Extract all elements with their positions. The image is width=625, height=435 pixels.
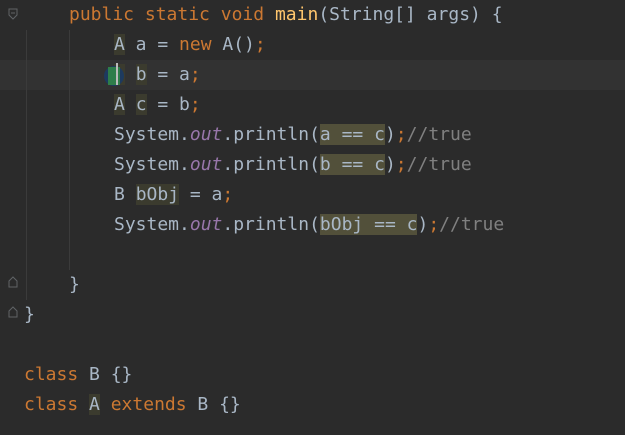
- highlighted-expression: a == c: [319, 124, 385, 145]
- line-comment: //true: [406, 154, 472, 175]
- class-name-a: A: [89, 394, 100, 415]
- code-text: .println(: [222, 124, 320, 145]
- code-text: ): [417, 214, 429, 235]
- highlighted-expression: b == c: [319, 154, 385, 175]
- semicolon: ;: [395, 124, 407, 145]
- type-name: B: [114, 184, 125, 205]
- code-text: B {}: [186, 394, 241, 415]
- code-text: System.: [114, 154, 190, 175]
- semicolon: ;: [189, 64, 201, 85]
- type-name: A: [114, 94, 125, 115]
- fold-marker-icon[interactable]: [8, 276, 18, 288]
- method-params: (String[] args) {: [318, 4, 503, 25]
- type-name: A: [114, 34, 125, 55]
- code-text: = a: [146, 64, 190, 85]
- keyword-static: static: [144, 4, 210, 25]
- code-text: System.: [114, 214, 190, 235]
- fold-marker-icon[interactable]: [8, 306, 18, 318]
- code-text: = b: [146, 94, 190, 115]
- variable-b: b: [135, 64, 147, 85]
- keyword-public: public: [69, 4, 135, 25]
- keyword-class: class: [24, 364, 79, 385]
- indent-guide: [26, 30, 27, 300]
- keyword-extends: extends: [110, 394, 187, 415]
- code-line-declare-b: A b = a;: [114, 60, 201, 90]
- code-text: .println(: [222, 214, 320, 235]
- static-field-out: out: [189, 124, 223, 145]
- line-comment: //true: [439, 214, 505, 235]
- variable-bobj: bObj: [135, 184, 180, 205]
- highlighted-expression: bObj == c: [319, 214, 418, 235]
- semicolon: ;: [395, 154, 407, 175]
- semicolon: ;: [254, 34, 266, 55]
- code-line-println-a-c: System.out.println(a == c);//true: [114, 120, 472, 150]
- code-line-println-b-c: System.out.println(b == c);//true: [114, 150, 472, 180]
- keyword-class: class: [24, 394, 79, 415]
- constructor-call: A(): [211, 34, 255, 55]
- code-line-class-b: class B {}: [24, 360, 132, 390]
- code-line-declare-a: A a = new A();: [114, 30, 266, 60]
- keyword-new: new: [179, 34, 212, 55]
- code-text: .println(: [222, 154, 320, 175]
- text-caret: [116, 63, 118, 85]
- closing-brace: }: [24, 304, 35, 325]
- cursor-highlight-icon: [104, 66, 124, 86]
- code-editor[interactable]: public static void main(String[] args) {…: [0, 0, 625, 435]
- code-text: = a: [179, 184, 223, 205]
- code-line-println-bobj-c: System.out.println(bObj == c);//true: [114, 210, 504, 240]
- line-comment: //true: [406, 124, 472, 145]
- semicolon: ;: [222, 184, 234, 205]
- method-name: main: [274, 4, 319, 25]
- code-line-close-class: }: [24, 300, 35, 330]
- static-field-out: out: [189, 154, 223, 175]
- static-field-out: out: [189, 214, 223, 235]
- indent-guide: [69, 30, 70, 270]
- code-line-declare-c: A c = b;: [114, 90, 201, 120]
- code-line-class-a: class A extends B {}: [24, 390, 241, 420]
- keyword-void: void: [220, 4, 265, 25]
- variable-c: c: [135, 94, 147, 115]
- semicolon: ;: [428, 214, 440, 235]
- code-text: ): [384, 124, 396, 145]
- code-text: ): [384, 154, 396, 175]
- current-line-highlight: [0, 60, 625, 90]
- fold-marker-icon[interactable]: [8, 8, 18, 20]
- code-line-declare-bobj: B bObj = a;: [114, 180, 233, 210]
- semicolon: ;: [189, 94, 201, 115]
- code-text: a =: [124, 34, 180, 55]
- code-text: B {}: [78, 364, 133, 385]
- closing-brace: }: [69, 274, 80, 295]
- code-line-close-method: }: [69, 270, 80, 300]
- code-line-main-signature: public static void main(String[] args) {: [69, 0, 503, 30]
- code-text: System.: [114, 124, 190, 145]
